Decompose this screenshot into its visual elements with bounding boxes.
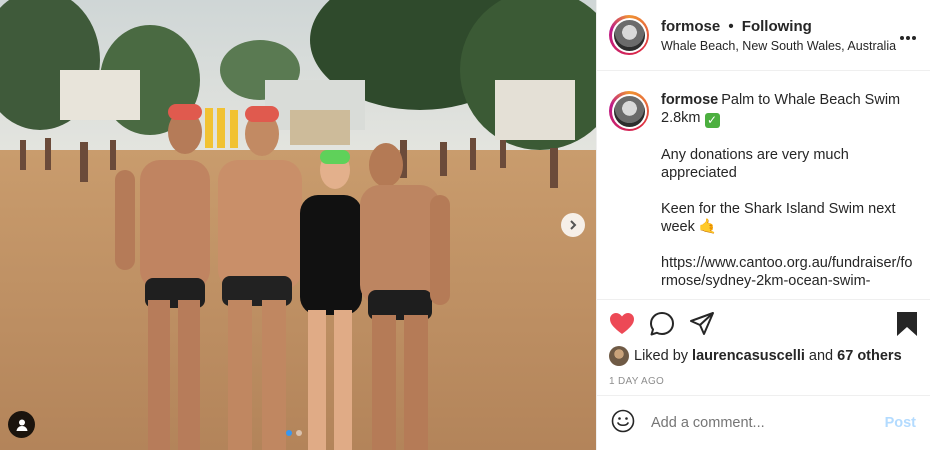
caption-avatar[interactable] — [609, 91, 649, 131]
beach-photo-illustration — [0, 0, 596, 450]
next-slide-button[interactable] — [561, 213, 585, 237]
heart-filled-icon — [610, 313, 634, 334]
like-button[interactable] — [609, 306, 645, 342]
post-comment-button[interactable]: Post — [885, 415, 916, 431]
carousel-indicator — [286, 430, 302, 436]
caption-username[interactable]: formose — [661, 92, 718, 108]
profile-avatar[interactable] — [609, 15, 649, 55]
post-caption: formose Palm to Whale Beach Swim 2.8km ✓ … — [597, 71, 930, 299]
comment-button[interactable] — [649, 306, 685, 342]
comment-form: Post — [597, 395, 930, 450]
carousel-dot-active — [286, 430, 292, 436]
likes-connector: and — [808, 348, 834, 364]
post-photo[interactable] — [0, 0, 596, 450]
liker-username[interactable]: laurencasuscelli — [692, 348, 805, 364]
carousel-dot — [296, 430, 302, 436]
user-icon — [16, 419, 27, 431]
chevron-right-icon — [570, 220, 577, 230]
fundraiser-link[interactable]: https://www.cantoo.org.au/fundraiser/for… — [661, 254, 914, 290]
post-actions: Liked by laurencasuscelli and 67 others … — [597, 299, 930, 387]
location-link[interactable]: Whale Beach, New South Wales, Australia — [661, 39, 898, 53]
more-options-button[interactable] — [898, 25, 918, 46]
tagged-people-button[interactable] — [8, 411, 35, 438]
post-sidebar: formose • Following Whale Beach, New Sou… — [596, 0, 930, 450]
call-me-hand-emoji-icon: 🤙 — [698, 219, 717, 235]
likes-others-link[interactable]: 67 others — [837, 348, 901, 364]
post-header: formose • Following Whale Beach, New Sou… — [597, 0, 930, 71]
smiley-icon — [611, 409, 635, 432]
likes-summary: Liked by laurencasuscelli and 67 others — [609, 346, 918, 366]
share-icon — [690, 312, 714, 335]
bookmark-filled-icon — [897, 312, 917, 336]
more-horizontal-icon — [900, 35, 916, 40]
header-separator: • — [728, 17, 734, 35]
post-timestamp[interactable]: 1 DAY AGO — [609, 376, 918, 387]
liker-avatar[interactable] — [609, 346, 629, 366]
check-emoji-icon: ✓ — [704, 113, 720, 128]
following-button[interactable]: Following — [742, 18, 812, 35]
save-button[interactable] — [882, 306, 918, 342]
comment-icon — [650, 312, 674, 336]
caption-para3: Keen for the Shark Island Swim next week — [661, 201, 896, 235]
likes-prefix: Liked by — [634, 348, 689, 364]
comment-input[interactable] — [649, 414, 885, 432]
share-button[interactable] — [689, 306, 725, 342]
emoji-button[interactable] — [611, 409, 635, 438]
header-username[interactable]: formose — [661, 18, 720, 35]
caption-para2: Any donations are very much appreciated — [661, 147, 849, 181]
